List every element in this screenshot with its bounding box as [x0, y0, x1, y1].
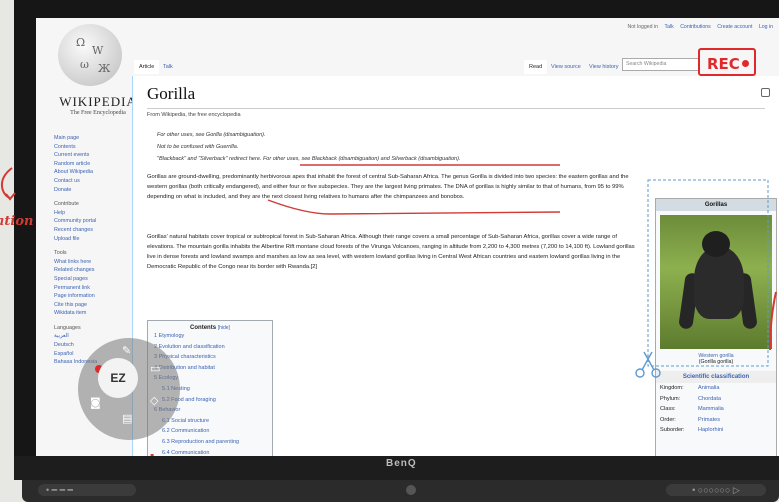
brand-logo: BenQ [386, 458, 417, 469]
ink-underline [267, 199, 561, 215]
pen-icon[interactable]: ✎ [122, 344, 131, 357]
camera-icon[interactable]: ◙ [90, 396, 101, 409]
eraser-icon[interactable]: ◇ [150, 394, 158, 407]
power-sensor [406, 485, 416, 495]
ink-arrow-head [5, 192, 16, 201]
front-button-strip[interactable]: • ○○○○○○ ▷ [666, 484, 766, 496]
record-dot-icon [742, 60, 749, 67]
front-control-strip[interactable]: • ━ ━ ━ [38, 484, 136, 496]
screenshot-icon[interactable]: ▭ [150, 362, 160, 375]
handwritten-annotation: ation [0, 214, 34, 229]
ez-center-button[interactable]: EZ [98, 358, 138, 398]
recording-indicator[interactable]: REC [698, 48, 756, 76]
ink-stroke [769, 291, 777, 351]
folder-icon[interactable]: ▤ [122, 412, 132, 425]
ink-arrow [1, 167, 13, 199]
snip-selection-box [647, 179, 769, 367]
